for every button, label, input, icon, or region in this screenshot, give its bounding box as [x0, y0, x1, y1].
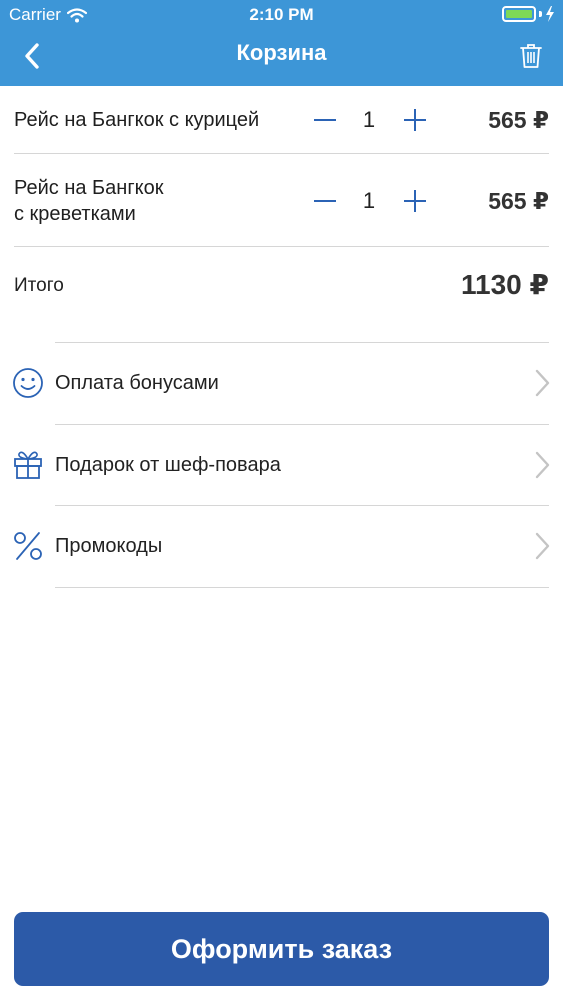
- clear-cart-button[interactable]: [513, 38, 549, 74]
- item-price: 565 ₽: [488, 107, 549, 133]
- item-name: Рейс на Бангкок с креветками: [14, 177, 164, 225]
- smiley-icon: [13, 368, 43, 398]
- chevron-right-icon: [535, 451, 550, 479]
- cart-item: Рейс на Бангкок с курицей 1 565 ₽: [14, 86, 549, 154]
- increase-quantity-button[interactable]: [400, 186, 430, 216]
- item-price: 565 ₽: [488, 188, 549, 214]
- header: Carrier 2:10 PM Корзина: [0, 0, 563, 86]
- option-label: Оплата бонусами: [55, 372, 219, 394]
- divider: [55, 587, 549, 588]
- option-promocodes[interactable]: Промокоды: [0, 505, 563, 587]
- percent-icon: [14, 532, 42, 560]
- status-bar: Carrier 2:10 PM: [0, 0, 563, 30]
- option-label: Подарок от шеф-повара: [55, 454, 281, 476]
- navigation-bar: Корзина: [0, 30, 563, 86]
- increase-quantity-button[interactable]: [400, 105, 430, 135]
- place-order-label: Оформить заказ: [170, 933, 393, 964]
- chevron-right-icon: [535, 532, 550, 560]
- item-quantity: 1: [362, 188, 376, 213]
- decrease-quantity-button[interactable]: [310, 186, 340, 216]
- option-label: Промокоды: [55, 535, 163, 557]
- charging-bolt-icon: [546, 6, 554, 22]
- trash-icon: [520, 44, 542, 68]
- page-title: Корзина: [236, 40, 327, 65]
- status-time: 2:10 PM: [249, 5, 314, 24]
- chevron-right-icon: [535, 369, 550, 397]
- place-order-button[interactable]: Оформить заказ: [14, 912, 549, 986]
- item-name: Рейс на Бангкок с курицей: [14, 109, 260, 131]
- total-value: 1130 ₽: [460, 269, 549, 300]
- option-bonus-payment[interactable]: Оплата бонусами: [0, 342, 563, 424]
- cart-item: Рейс на Бангкок с креветками 1 565 ₽: [14, 154, 549, 247]
- total-label: Итого: [14, 275, 64, 296]
- battery-indicator: [502, 6, 555, 22]
- gift-icon: [14, 451, 42, 479]
- option-chef-gift[interactable]: Подарок от шеф-повара: [0, 424, 563, 506]
- battery-icon: [502, 6, 536, 22]
- item-quantity: 1: [362, 107, 376, 132]
- decrease-quantity-button[interactable]: [310, 105, 340, 135]
